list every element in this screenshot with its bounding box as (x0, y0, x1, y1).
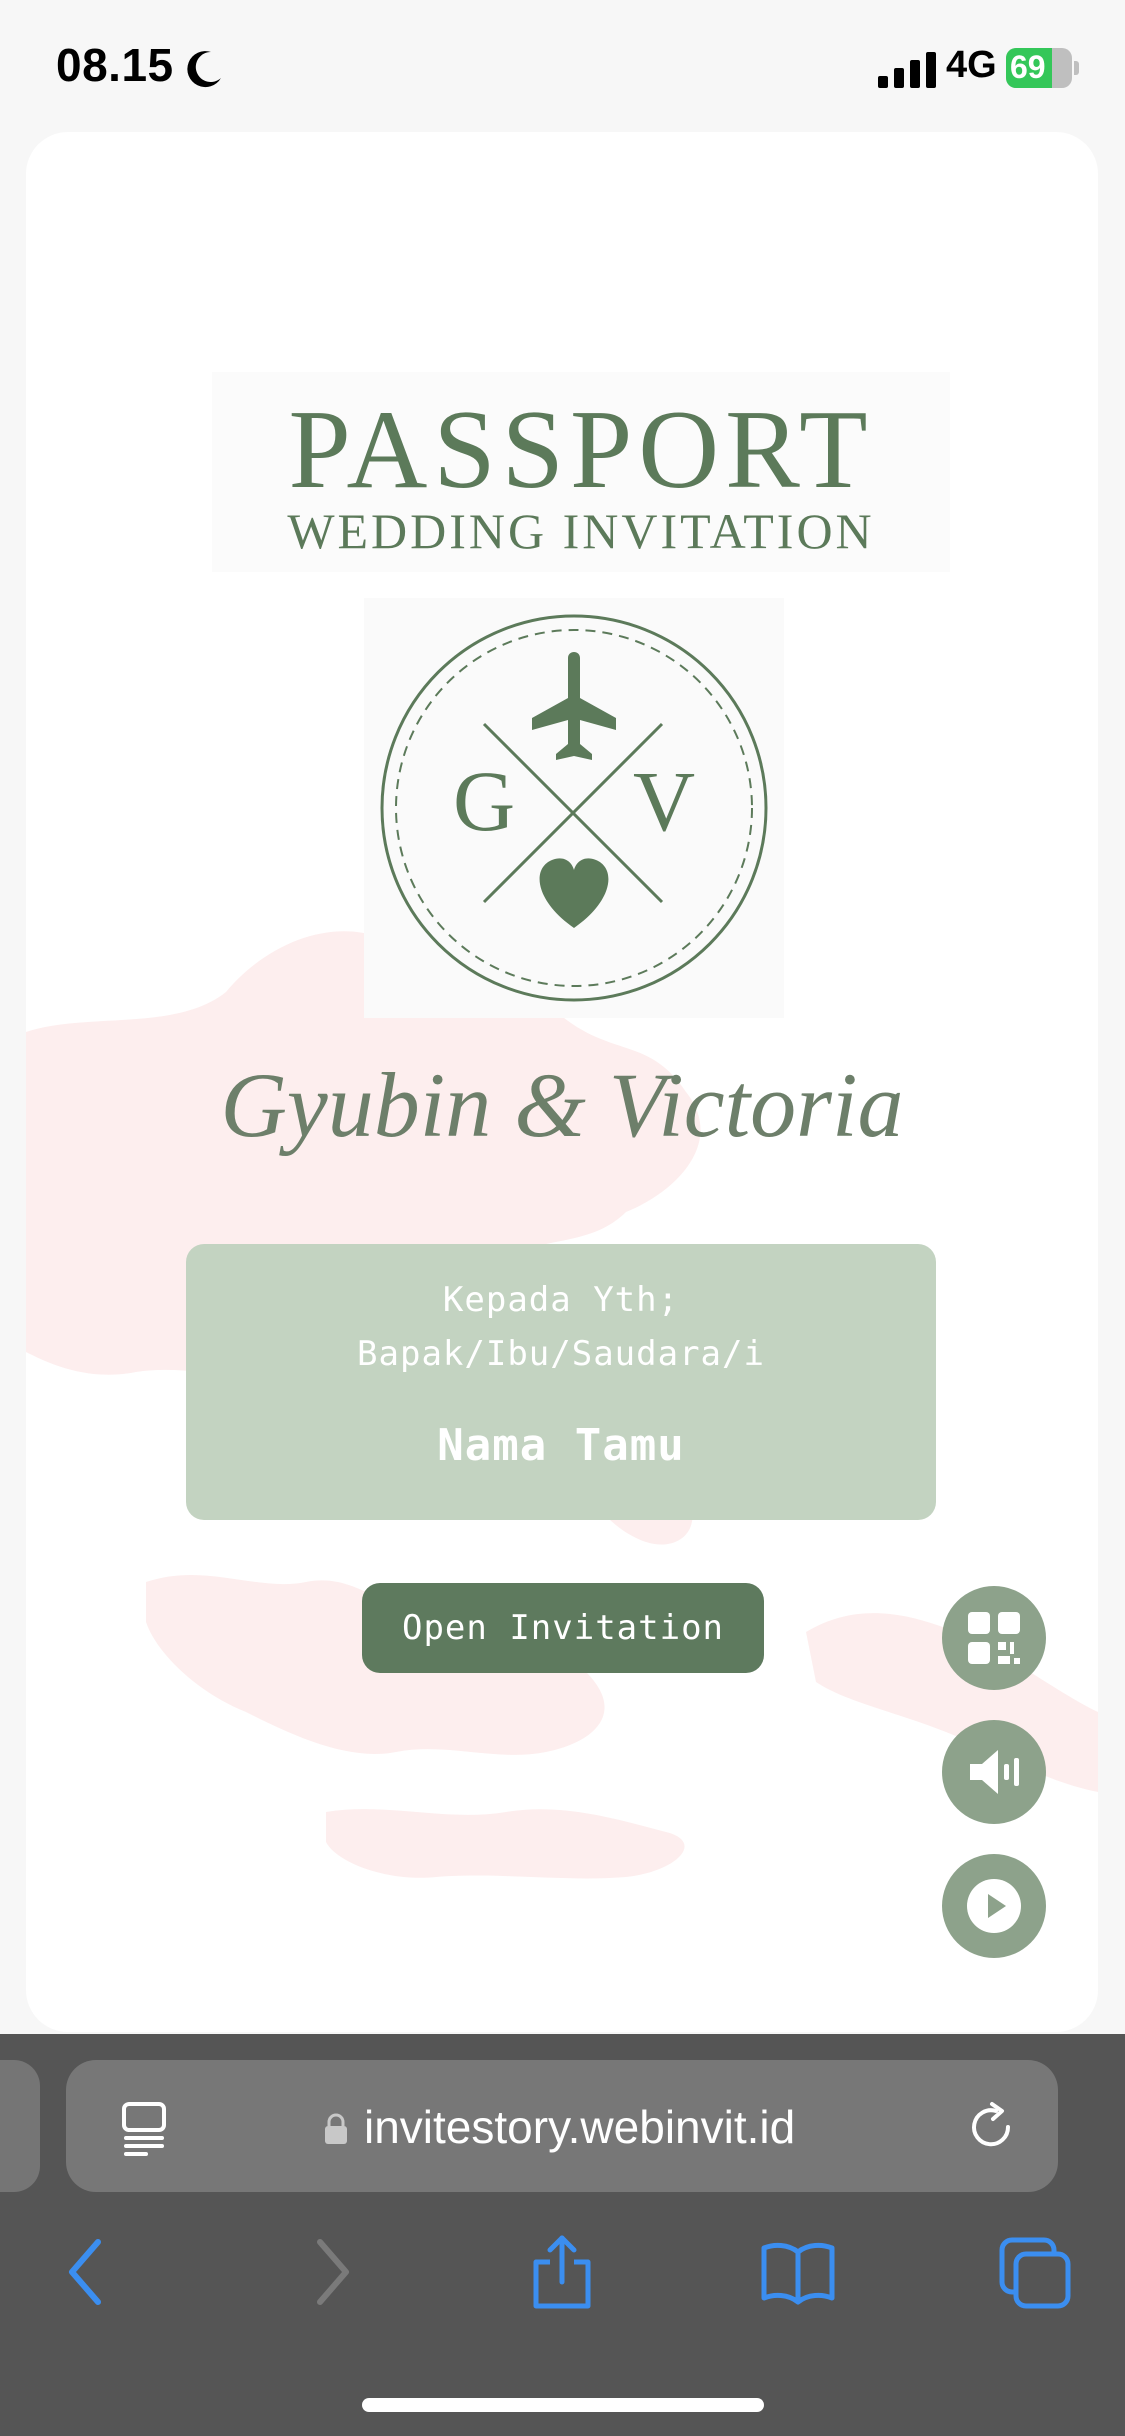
tabs-icon[interactable] (994, 2232, 1074, 2312)
previous-tab-preview[interactable] (0, 2060, 40, 2192)
url-text[interactable]: invitestory.webinvit.id (364, 2100, 795, 2154)
moon-icon (187, 51, 221, 88)
address-bar[interactable]: invitestory.webinvit.id (66, 2060, 1058, 2192)
home-indicator[interactable] (362, 2398, 764, 2412)
battery-level: 69 (1010, 49, 1046, 85)
screen: 08.15 4G 69 PASSPORT WEDDING INVITATION … (0, 0, 1125, 2436)
initial-left: G (453, 753, 515, 849)
guest-greeting: Kepada Yth; (442, 1280, 680, 1320)
qr-code-icon (968, 1612, 1020, 1664)
browser-toolbar: invitestory.webinvit.id (0, 2034, 1125, 2436)
qr-code-button[interactable] (942, 1586, 1046, 1690)
guest-salutation: Bapak/Ibu/Saudara/i (357, 1334, 765, 1374)
bookmarks-icon[interactable] (758, 2232, 838, 2312)
status-time: 08.15 (56, 39, 174, 91)
web-page: PASSPORT WEDDING INVITATION G V Gyubin &… (26, 132, 1098, 2032)
title-block: PASSPORT WEDDING INVITATION (212, 372, 950, 572)
network-label: 4G (946, 44, 997, 86)
open-invitation-button[interactable]: Open Invitation (362, 1583, 764, 1673)
sound-toggle-button[interactable] (942, 1720, 1046, 1824)
guest-card: Kepada Yth; Bapak/Ibu/Saudara/i Nama Tam… (186, 1244, 936, 1520)
play-music-button[interactable] (942, 1854, 1046, 1958)
battery-cap (1074, 61, 1079, 75)
signal-icon (878, 52, 936, 88)
forward-icon[interactable] (290, 2232, 370, 2312)
battery-body: 69 (1006, 48, 1072, 88)
lock-icon (325, 2113, 347, 2144)
reload-icon[interactable] (964, 2100, 1018, 2154)
speaker-icon (970, 1750, 1019, 1794)
page-subtitle: WEDDING INVITATION (287, 503, 875, 559)
monogram-emblem: G V (364, 598, 784, 1018)
guest-name: Nama Tamu (437, 1420, 685, 1471)
back-icon[interactable] (48, 2232, 128, 2312)
page-title: PASSPORT (288, 388, 874, 512)
initial-right: V (633, 753, 695, 849)
couple-names: Gyubin & Victoria (220, 1054, 904, 1156)
status-bar: 08.15 4G 69 (0, 0, 1125, 130)
share-icon[interactable] (522, 2232, 602, 2312)
reader-icon[interactable] (118, 2100, 170, 2156)
battery-indicator: 69 (1006, 48, 1080, 88)
play-icon (967, 1879, 1021, 1933)
